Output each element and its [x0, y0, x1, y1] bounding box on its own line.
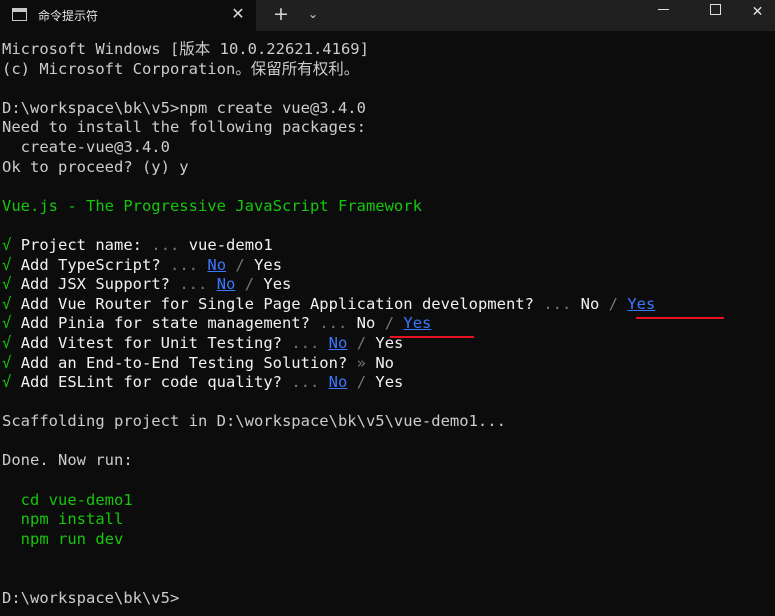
next-step: npm run dev — [2, 529, 124, 548]
install-message: Need to install the following packages: — [2, 118, 366, 137]
arrow: » — [356, 353, 366, 372]
command-line: D:\workspace\bk\v5>npm create vue@3.4.0 — [2, 99, 772, 119]
question-label: Add Vitest for Unit Testing? — [20, 333, 282, 352]
slash: / — [384, 314, 395, 333]
question-vitest: √ Add Vitest for Unit Testing? ... No / … — [2, 334, 772, 354]
answer-no: No — [207, 255, 227, 274]
question-label: Add Vue Router for Single Page Applicati… — [20, 294, 534, 313]
answer-no: No — [328, 333, 348, 352]
command-text: npm create vue@3.4.0 — [179, 98, 366, 117]
maximize-button[interactable] — [692, 0, 738, 31]
question-project-name: √ Project name: ... vue-demo1 — [2, 236, 772, 256]
check-icon: √ — [2, 255, 12, 274]
tab-command-prompt[interactable]: 命令提示符 ✕ — [0, 0, 256, 31]
red-underline-pinia — [390, 336, 474, 338]
minimize-icon — [657, 8, 669, 10]
done-line: Done. Now run: — [2, 451, 133, 470]
ellipsis: ... — [543, 294, 572, 313]
close-tab-button[interactable]: ✕ — [228, 4, 248, 24]
terminal-icon — [12, 8, 27, 21]
answer-yes: Yes — [403, 314, 432, 333]
final-prompt[interactable]: D:\workspace\bk\v5> — [2, 589, 772, 609]
terminal-output[interactable]: Microsoft Windows [版本 10.0.22621.4169] (… — [2, 40, 772, 608]
new-tab-button[interactable]: + — [271, 4, 291, 24]
vue-banner: Vue.js - The Progressive JavaScript Fram… — [2, 196, 422, 215]
question-label: Add Pinia for state management? — [20, 314, 310, 333]
check-icon: √ — [2, 333, 12, 352]
check-icon: √ — [2, 353, 12, 372]
tab-title: 命令提示符 — [38, 9, 99, 23]
slash: / — [356, 373, 367, 392]
answer-yes: Yes — [254, 255, 283, 274]
ellipsis: ... — [319, 314, 348, 333]
project-name-value: vue-demo1 — [188, 235, 273, 254]
answer-yes: Yes — [263, 275, 292, 294]
answer-no: No — [580, 294, 600, 313]
red-underline-router — [636, 317, 724, 319]
slash: / — [356, 333, 367, 352]
copyright-line: (c) Microsoft Corporation。保留所有权利。 — [2, 59, 360, 78]
ellipsis: ... — [151, 235, 180, 254]
check-icon: √ — [2, 373, 12, 392]
question-label: Add TypeScript? — [20, 255, 161, 274]
prompt: D:\workspace\bk\v5> — [2, 98, 180, 117]
question-label: Add an End-to-End Testing Solution? — [20, 353, 348, 372]
answer-yes: Yes — [627, 294, 656, 313]
question-jsx: √ Add JSX Support? ... No / Yes — [2, 275, 772, 295]
slash: / — [608, 294, 618, 313]
ellipsis: ... — [291, 333, 320, 352]
package-line: create-vue@3.4.0 — [2, 137, 170, 156]
proceed-line: Ok to proceed? (y) y — [2, 157, 189, 176]
question-router: √ Add Vue Router for Single Page Applica… — [2, 295, 772, 315]
answer-no: No — [375, 353, 395, 372]
ellipsis: ... — [291, 373, 320, 392]
chevron-down-icon[interactable]: ⌄ — [304, 5, 322, 23]
check-icon: √ — [2, 275, 12, 294]
answer-no: No — [216, 275, 236, 294]
question-label: Project name: — [20, 235, 143, 254]
terminal-window: 命令提示符 ✕ + ⌄ ✕ Microsoft Windows [版本 10.0… — [0, 0, 775, 616]
ellipsis: ... — [170, 255, 199, 274]
question-eslint: √ Add ESLint for code quality? ... No / … — [2, 373, 772, 393]
answer-yes: Yes — [375, 373, 404, 392]
title-bar: 命令提示符 ✕ + ⌄ ✕ — [0, 0, 775, 31]
answer-no: No — [356, 314, 376, 333]
question-label: Add ESLint for code quality? — [20, 373, 282, 392]
minimize-button[interactable] — [640, 0, 686, 31]
slash: / — [244, 275, 255, 294]
close-window-button[interactable]: ✕ — [740, 0, 775, 31]
ellipsis: ... — [179, 275, 208, 294]
check-icon: √ — [2, 235, 12, 254]
maximize-icon — [709, 3, 721, 15]
slash: / — [235, 255, 245, 274]
os-version-line: Microsoft Windows [版本 10.0.22621.4169] — [2, 40, 369, 58]
next-step: cd vue-demo1 — [2, 490, 133, 509]
question-e2e: √ Add an End-to-End Testing Solution? » … — [2, 354, 772, 374]
next-step: npm install — [2, 510, 124, 529]
answer-no: No — [328, 373, 348, 392]
check-icon: √ — [2, 294, 12, 313]
question-label: Add JSX Support? — [20, 275, 170, 294]
check-icon: √ — [2, 314, 12, 333]
question-typescript: √ Add TypeScript? ... No / Yes — [2, 256, 772, 276]
scaffold-line: Scaffolding project in D:\workspace\bk\v… — [2, 412, 506, 431]
